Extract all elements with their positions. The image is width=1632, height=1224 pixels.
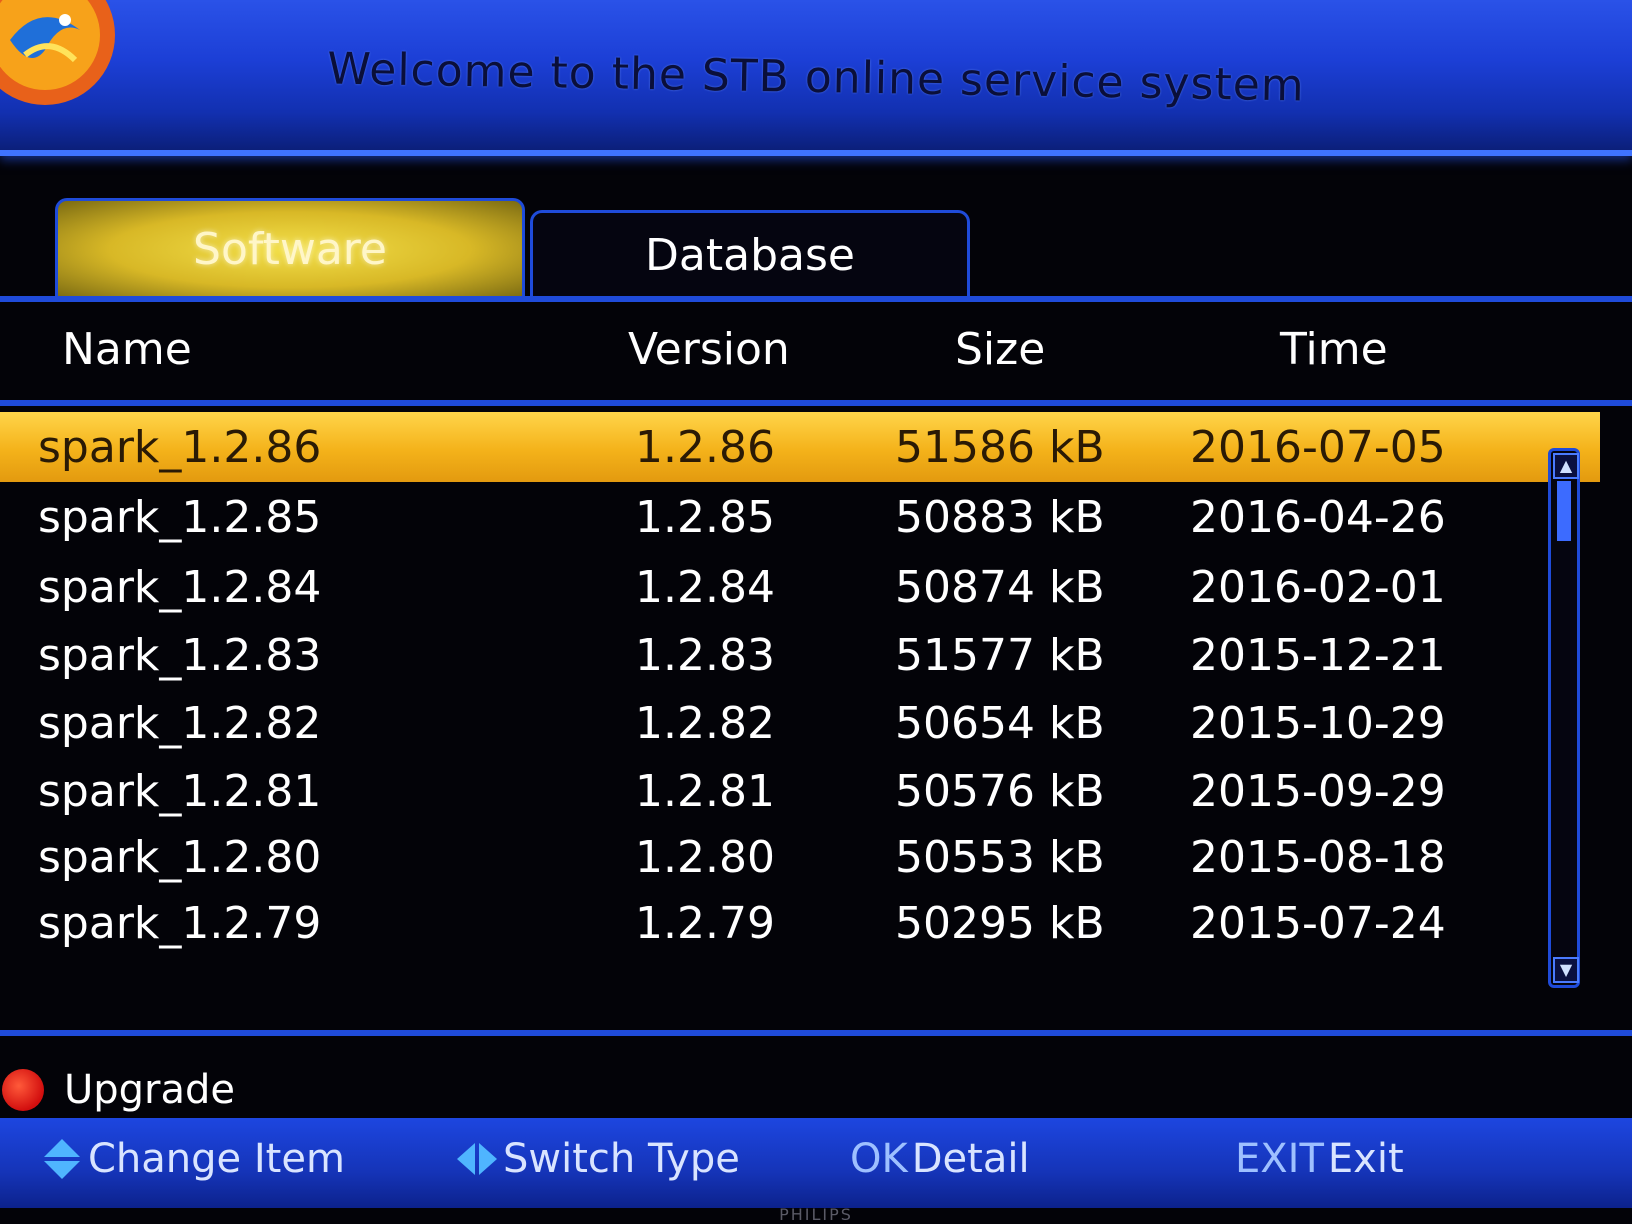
cell-name: spark_1.2.80 [38, 832, 322, 883]
page-title: Welcome to the STB online service system [326, 43, 1306, 112]
tab-bar: Software Database [55, 198, 975, 298]
cell-size: 50295 kB [895, 898, 1105, 949]
help-bar: Change Item Switch Type OK Detail EXIT E… [0, 1118, 1632, 1208]
red-button-icon [2, 1069, 44, 1111]
cell-name: spark_1.2.81 [38, 766, 322, 817]
table-row[interactable]: spark_1.2.79 1.2.79 50295 kB 2015-07-24 [0, 888, 1600, 958]
table-header: Name Version Size Time [0, 306, 1632, 401]
cell-version: 1.2.81 [635, 766, 775, 817]
help-exit-label: Exit [1327, 1136, 1404, 1182]
cell-version: 1.2.82 [635, 698, 775, 749]
help-switch-label: Switch Type [503, 1136, 740, 1182]
tab-divider [0, 296, 1632, 302]
table-row[interactable]: spark_1.2.85 1.2.85 50883 kB 2016-04-26 [0, 482, 1600, 552]
column-header-time: Time [1280, 324, 1388, 375]
cell-version: 1.2.85 [635, 492, 775, 543]
scroll-down-icon[interactable]: ▼ [1553, 957, 1579, 983]
software-table: spark_1.2.86 1.2.86 51586 kB 2016-07-05 … [0, 412, 1600, 1012]
cell-time: 2015-09-29 [1190, 766, 1446, 817]
cell-version: 1.2.79 [635, 898, 775, 949]
stb-screen: Welcome to the STB online service system… [0, 0, 1632, 1224]
cell-version: 1.2.83 [635, 630, 775, 681]
help-change-item: Change Item [40, 1136, 345, 1182]
cell-size: 51586 kB [895, 422, 1105, 473]
cell-size: 50576 kB [895, 766, 1105, 817]
cell-version: 1.2.80 [635, 832, 775, 883]
help-switch-type: Switch Type [455, 1136, 740, 1182]
tab-database[interactable]: Database [530, 210, 970, 298]
ok-key-label: OK [850, 1136, 908, 1182]
cell-time: 2016-07-05 [1190, 422, 1446, 473]
tv-brand-label: PHILIPS [779, 1205, 853, 1224]
scrollbar[interactable]: ▲ ▼ [1548, 448, 1580, 988]
cell-name: spark_1.2.82 [38, 698, 322, 749]
cell-name: spark_1.2.84 [38, 562, 322, 613]
cell-time: 2015-12-21 [1190, 630, 1446, 681]
up-down-arrows-icon [44, 1139, 80, 1179]
table-row[interactable]: spark_1.2.80 1.2.80 50553 kB 2015-08-18 [0, 822, 1600, 892]
help-detail: OK Detail [850, 1136, 1030, 1182]
cell-size: 50553 kB [895, 832, 1105, 883]
cell-version: 1.2.86 [635, 422, 775, 473]
cell-name: spark_1.2.83 [38, 630, 322, 681]
cell-name: spark_1.2.85 [38, 492, 322, 543]
scroll-thumb[interactable] [1557, 481, 1571, 541]
upgrade-label: Upgrade [64, 1067, 236, 1113]
exit-key-label: EXIT [1235, 1136, 1324, 1182]
cell-time: 2015-07-24 [1190, 898, 1446, 949]
column-header-size: Size [955, 324, 1046, 375]
cell-name: spark_1.2.79 [38, 898, 322, 949]
tab-software[interactable]: Software [55, 198, 525, 298]
help-change-label: Change Item [88, 1136, 345, 1182]
help-exit: EXIT Exit [1235, 1136, 1404, 1182]
footer-divider [0, 1030, 1632, 1036]
cell-size: 50654 kB [895, 698, 1105, 749]
header-bar: Welcome to the STB online service system [0, 0, 1632, 156]
cell-version: 1.2.84 [635, 562, 775, 613]
column-header-name: Name [62, 324, 192, 375]
column-header-version: Version [628, 324, 790, 375]
cell-time: 2015-10-29 [1190, 698, 1446, 749]
cell-time: 2016-04-26 [1190, 492, 1446, 543]
cell-size: 50883 kB [895, 492, 1105, 543]
table-row[interactable]: spark_1.2.83 1.2.83 51577 kB 2015-12-21 [0, 620, 1600, 690]
header-divider [0, 400, 1632, 406]
table-row[interactable]: spark_1.2.82 1.2.82 50654 kB 2015-10-29 [0, 688, 1600, 758]
table-row-selected[interactable]: spark_1.2.86 1.2.86 51586 kB 2016-07-05 [0, 412, 1600, 482]
cell-time: 2016-02-01 [1190, 562, 1446, 613]
scroll-up-icon[interactable]: ▲ [1553, 453, 1579, 479]
table-row[interactable]: spark_1.2.81 1.2.81 50576 kB 2015-09-29 [0, 756, 1600, 826]
help-detail-label: Detail [911, 1136, 1030, 1182]
left-right-arrows-icon [457, 1143, 497, 1175]
cell-name: spark_1.2.86 [38, 422, 322, 473]
table-row[interactable]: spark_1.2.84 1.2.84 50874 kB 2016-02-01 [0, 552, 1600, 622]
cell-time: 2015-08-18 [1190, 832, 1446, 883]
upgrade-action[interactable]: Upgrade [0, 1060, 235, 1120]
cell-size: 50874 kB [895, 562, 1105, 613]
cell-size: 51577 kB [895, 630, 1105, 681]
